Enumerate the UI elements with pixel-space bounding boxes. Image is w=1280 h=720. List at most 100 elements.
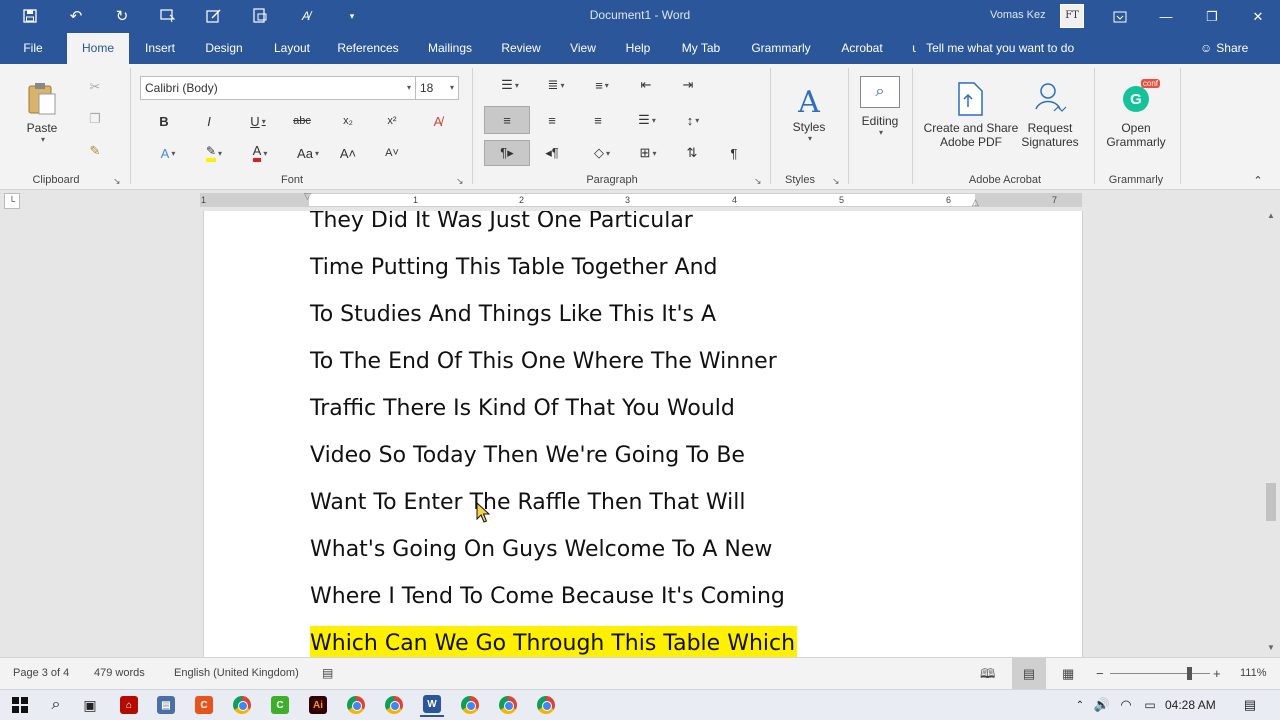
web-layout-icon[interactable]: ▦: [1062, 658, 1074, 689]
chrome-icon[interactable]: [344, 693, 368, 717]
increase-indent-icon[interactable]: ⇥: [676, 74, 700, 96]
request-signatures-button[interactable]: Request Signatures: [1018, 72, 1082, 158]
touch-mode-icon[interactable]: [154, 4, 182, 28]
document-line[interactable]: Where I Tend To Come Because It's Coming: [310, 579, 785, 615]
highlight-color-icon[interactable]: ✎ ▾: [196, 142, 232, 164]
document-line[interactable]: Want To Enter The Raffle Then That Will: [310, 485, 746, 521]
share-button[interactable]: ☺ Share: [1200, 33, 1248, 64]
format-painter-icon[interactable]: A̸: [292, 4, 320, 28]
taskbar-app-word[interactable]: W: [420, 693, 444, 717]
document-line[interactable]: Time Putting This Table Together And: [310, 250, 718, 286]
dialog-launcher-icon[interactable]: ↘: [456, 176, 464, 187]
document-line[interactable]: Video So Today Then We're Going To Be: [310, 438, 745, 474]
tab-selector-icon[interactable]: └: [4, 193, 20, 209]
cut-icon[interactable]: ✂: [84, 76, 106, 98]
align-left-icon[interactable]: ≡: [484, 106, 530, 134]
decrease-indent-icon[interactable]: ⇤: [634, 74, 658, 96]
tab-help[interactable]: Help: [620, 33, 656, 64]
chrome-icon[interactable]: [230, 693, 254, 717]
borders-icon[interactable]: ⊞ ▾: [630, 142, 666, 164]
avatar[interactable]: FT: [1060, 4, 1084, 28]
collapse-ribbon-icon[interactable]: ⌃: [1248, 172, 1268, 188]
taskbar-app-camtasia[interactable]: C: [268, 693, 292, 717]
document-line[interactable]: What's Going On Guys Welcome To A New: [310, 532, 772, 568]
tab-design[interactable]: Design: [199, 33, 249, 64]
subscript-icon[interactable]: x₂: [336, 110, 360, 132]
read-mode-icon[interactable]: 🕮: [980, 658, 995, 689]
volume-icon[interactable]: 🔊: [1090, 693, 1114, 717]
document-line[interactable]: They Did It Was Just One Particular: [310, 211, 693, 239]
document-page[interactable]: They Did It Was Just One Particular Time…: [203, 211, 1083, 657]
tab-mailings[interactable]: Mailings: [420, 33, 480, 64]
scroll-up-icon[interactable]: ▲: [1262, 211, 1280, 225]
justify-icon[interactable]: ☰ ▾: [632, 108, 662, 132]
clear-formatting-icon[interactable]: A̸: [426, 110, 450, 132]
page-count[interactable]: Page 3 of 4: [13, 658, 69, 689]
text-effects-icon[interactable]: A ▾: [152, 142, 184, 164]
underline-icon[interactable]: U ▾: [240, 110, 276, 132]
chrome-icon[interactable]: [496, 693, 520, 717]
vertical-scrollbar[interactable]: ▲ ▼: [1262, 211, 1280, 657]
dialog-launcher-icon[interactable]: ↘: [113, 176, 121, 187]
search-icon[interactable]: ⌕: [44, 693, 68, 717]
chrome-icon[interactable]: [382, 693, 406, 717]
chrome-icon[interactable]: [458, 693, 482, 717]
tab-references[interactable]: References: [334, 33, 402, 64]
battery-icon[interactable]: ▭: [1138, 693, 1162, 717]
zoom-in-icon[interactable]: +: [1213, 658, 1221, 689]
show-hidden-icons-icon[interactable]: ⌃: [1068, 693, 1092, 717]
close-icon[interactable]: ✕: [1235, 0, 1280, 33]
open-grammarly-button[interactable]: G conf Open Grammarly: [1100, 72, 1172, 158]
zoom-out-icon[interactable]: −: [1096, 658, 1104, 689]
font-color-icon[interactable]: A ▾: [242, 142, 278, 164]
scrollbar-thumb[interactable]: [1266, 483, 1276, 521]
scroll-down-icon[interactable]: ▼: [1262, 643, 1280, 657]
tab-my-tab[interactable]: My Tab: [675, 33, 727, 64]
document-line[interactable]: To The End Of This One Where The Winner: [310, 344, 777, 380]
right-to-left-icon[interactable]: ◂¶: [540, 142, 564, 164]
grow-font-icon[interactable]: A˄: [336, 142, 360, 164]
macro-recording-icon[interactable]: ▤: [322, 658, 333, 689]
styles-button[interactable]: A Styles ▾: [780, 74, 838, 154]
bullets-icon[interactable]: ☰ ▾: [492, 74, 528, 96]
word-count[interactable]: 479 words: [94, 658, 145, 689]
copy-icon[interactable]: ❐: [84, 108, 106, 130]
tab-acrobat[interactable]: Acrobat: [834, 33, 890, 64]
tab-insert[interactable]: Insert: [138, 33, 182, 64]
wifi-icon[interactable]: ◠: [1114, 693, 1138, 717]
taskbar-clock[interactable]: 04:28 AM: [1165, 690, 1216, 720]
change-case-icon[interactable]: Aa ▾: [292, 142, 324, 164]
align-right-icon[interactable]: ≡: [586, 108, 610, 132]
minimize-icon[interactable]: —: [1143, 0, 1189, 33]
zoom-slider-thumb[interactable]: [1187, 667, 1192, 680]
first-line-indent-marker[interactable]: ▽: [304, 191, 311, 202]
zoom-slider[interactable]: [1110, 673, 1210, 674]
notifications-icon[interactable]: ▤: [1238, 693, 1262, 717]
redo-icon[interactable]: ↻: [108, 4, 136, 28]
create-share-pdf-button[interactable]: Create and Share Adobe PDF: [922, 72, 1020, 158]
taskbar-app-desktop[interactable]: ▤: [154, 693, 178, 717]
dialog-launcher-icon[interactable]: ↘: [754, 176, 762, 187]
task-view-icon[interactable]: ▣: [78, 693, 102, 717]
shading-icon[interactable]: ◇ ▾: [584, 142, 620, 164]
tell-me-search[interactable]: ⍳ Tell me what you want to do: [912, 33, 1074, 64]
tab-review[interactable]: Review: [497, 33, 545, 64]
chrome-icon[interactable]: [534, 693, 558, 717]
tab-file[interactable]: File: [12, 33, 54, 64]
tab-view[interactable]: View: [563, 33, 603, 64]
edit-document-icon[interactable]: [200, 4, 228, 28]
right-indent-marker[interactable]: △: [972, 197, 979, 208]
undo-icon[interactable]: ↶: [62, 4, 90, 28]
format-painter-icon[interactable]: ✎: [84, 140, 106, 162]
tab-layout[interactable]: Layout: [267, 33, 317, 64]
taskbar-app-acrobat[interactable]: ⌂: [117, 693, 141, 717]
font-size-select[interactable]: 18 ▾: [415, 76, 459, 100]
show-formatting-marks-icon[interactable]: ¶: [722, 142, 746, 164]
highlighted-document-line[interactable]: Which Can We Go Through This Table Which: [310, 626, 798, 657]
strikethrough-icon[interactable]: abc: [290, 110, 314, 132]
line-spacing-icon[interactable]: ↕ ▾: [678, 108, 708, 132]
multilevel-list-icon[interactable]: ≡ ▾: [584, 74, 620, 96]
customize-qat-icon[interactable]: ▾: [338, 4, 366, 28]
font-name-select[interactable]: Calibri (Body) ▾: [140, 76, 416, 100]
document-line[interactable]: To Studies And Things Like This It's A: [310, 297, 716, 333]
